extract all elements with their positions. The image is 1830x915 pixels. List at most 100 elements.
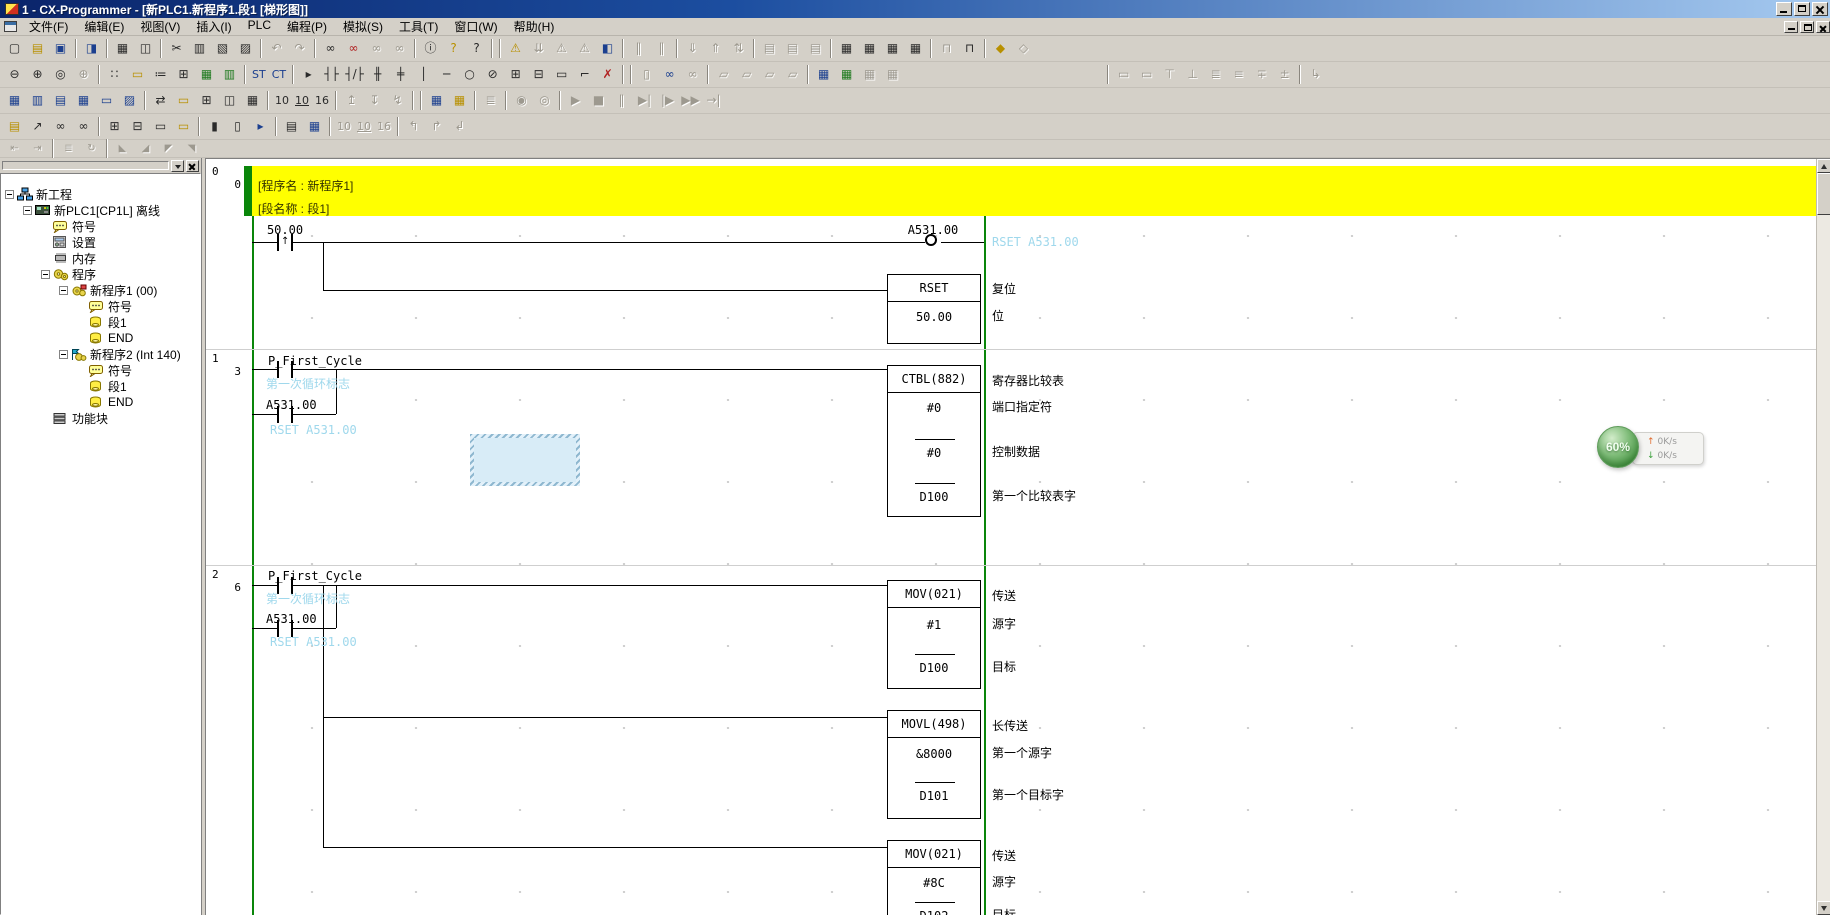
find-in-program-button[interactable]: ∞	[658, 64, 681, 85]
vertical-line-tool[interactable]: │	[412, 64, 435, 85]
bookmark-button[interactable]: ▮	[203, 116, 226, 137]
new-or-contact-tool[interactable]: ╫	[366, 64, 389, 85]
toggle-grid-button[interactable]: ∷	[103, 64, 126, 85]
tree-node-memory[interactable]: 内存	[1, 250, 200, 266]
zoom-in-button[interactable]: ⊕	[26, 64, 49, 85]
scroll-down-button[interactable]	[1817, 901, 1830, 915]
tree-node-program1-symbols[interactable]: 符号	[1, 298, 200, 314]
menu-view[interactable]: 视图(V)	[132, 17, 188, 36]
cross-reference-report-button[interactable]: ⇄	[149, 90, 172, 111]
compile-button[interactable]: ⚠	[504, 38, 527, 59]
instruction-box-ctbl[interactable]: CTBL(882) #0 #0 D100	[887, 365, 981, 517]
insert-rung-button[interactable]: ⊞	[103, 116, 126, 137]
insert-instruction-button[interactable]: ▭	[149, 116, 172, 137]
context-help-button[interactable]: ?	[465, 38, 488, 59]
tree-node-plc[interactable]: 新PLC1[CP1L] 离线	[1, 202, 200, 218]
rung-comment-button[interactable]: ▭	[126, 64, 149, 85]
output-window-button[interactable]: ▦	[241, 90, 264, 111]
options-button[interactable]: ◨	[80, 38, 103, 59]
new-instruction-tool[interactable]: ▭	[550, 64, 573, 85]
menu-edit[interactable]: 编辑(E)	[76, 17, 132, 36]
new-closed-or-contact-tool[interactable]: ╪	[389, 64, 412, 85]
menu-plc[interactable]: PLC	[240, 17, 279, 36]
address-reference-button[interactable]: ▭	[172, 90, 195, 111]
address-table-button[interactable]: ▦	[303, 116, 326, 137]
edit-instruction-button[interactable]: ▭	[172, 116, 195, 137]
tree-node-program1-end[interactable]: END	[1, 330, 200, 346]
menu-simulation[interactable]: 模拟(S)	[335, 17, 391, 36]
show-mnemonic-window-button[interactable]: ▥	[26, 90, 49, 111]
zoom-out-button[interactable]: ⊖	[3, 64, 26, 85]
symbol-table2-button[interactable]: ▤	[280, 116, 303, 137]
menu-help[interactable]: 帮助(H)	[506, 17, 563, 36]
hex-display-button[interactable]: 16	[312, 90, 332, 111]
new-set-coil-tool[interactable]: ⊞	[504, 64, 527, 85]
instruction-box-mov2[interactable]: MOV(021) #8C D102	[887, 840, 981, 915]
diff-report-button[interactable]: ◫	[218, 90, 241, 111]
workspace-drag-handle[interactable]	[2, 161, 169, 170]
show-output-window-button[interactable]: ▦	[835, 64, 858, 85]
instruction-box-rset[interactable]: RSET 50.00	[887, 274, 981, 344]
scrollbar-thumb[interactable]	[1817, 173, 1830, 215]
tree-node-programs[interactable]: 程序	[1, 266, 200, 282]
cut-button[interactable]: ✂	[165, 38, 188, 59]
scroll-up-button[interactable]	[1817, 159, 1830, 173]
collapse-icon[interactable]	[59, 286, 68, 295]
plc-settings-window-button[interactable]: ▦	[858, 38, 881, 59]
menu-window[interactable]: 窗口(W)	[446, 17, 505, 36]
child-close-button[interactable]	[1816, 21, 1830, 33]
work-online-simulator-button[interactable]: ▦	[425, 90, 448, 111]
delete-tool[interactable]: ✗	[596, 64, 619, 85]
collapse-icon[interactable]	[41, 270, 50, 279]
workspace-menu-button[interactable]	[171, 160, 184, 172]
child-restore-button[interactable]	[1800, 21, 1814, 33]
simulator-connect-button[interactable]: ▦	[448, 90, 471, 111]
horizontal-line-tool[interactable]: ─	[435, 64, 458, 85]
maximize-button[interactable]	[1794, 2, 1810, 16]
mnemonic-view-button[interactable]: ST	[249, 64, 269, 85]
paste-button[interactable]: ▧	[211, 38, 234, 59]
select-tool[interactable]: ▸	[297, 64, 320, 85]
show-rung-annotation-button[interactable]: ≔	[149, 64, 172, 85]
tree-node-program2-end[interactable]: END	[1, 394, 200, 410]
replace-button[interactable]: ∞	[342, 38, 365, 59]
memory-card-window-button[interactable]: ▦	[881, 38, 904, 59]
tree-node-new-project[interactable]: 新工程	[1, 186, 200, 202]
show-settings-button[interactable]: ▭	[95, 90, 118, 111]
find-symbol-button[interactable]: ∞	[49, 116, 72, 137]
new-closed-contact-tool[interactable]: ┤/├	[343, 64, 366, 85]
show-ladder-window-button[interactable]: ▦	[3, 90, 26, 111]
show-watch-window-button[interactable]: ▦	[812, 64, 835, 85]
zoom-fit-button[interactable]: ◎	[49, 64, 72, 85]
paste-special-button[interactable]: ▨	[234, 38, 257, 59]
new-closed-coil-tool[interactable]: ⊘	[481, 64, 504, 85]
minimize-button[interactable]	[1776, 2, 1792, 16]
monitor-in-ladder-button[interactable]: ⊞	[172, 64, 195, 85]
child-window-icon[interactable]	[4, 21, 17, 32]
tree-node-settings[interactable]: 设置	[1, 234, 200, 250]
delete-rung-button[interactable]: ⊟	[126, 116, 149, 137]
show-memory-button[interactable]: ▨	[118, 90, 141, 111]
decimal-display-button[interactable]: 10	[272, 90, 292, 111]
instruction-box-movl[interactable]: MOVL(498) &8000 D101	[887, 710, 981, 819]
menu-tools[interactable]: 工具(T)	[391, 17, 446, 36]
tree-node-symbols[interactable]: 符号	[1, 218, 200, 234]
ladder-ct-view-button[interactable]: CT	[269, 64, 289, 85]
lock-ui-button[interactable]: ◆	[989, 38, 1012, 59]
show-symbol-table-button[interactable]: ▤	[49, 90, 72, 111]
instruction-box-mov1[interactable]: MOV(021) #1 D100	[887, 580, 981, 689]
edit-comment-button[interactable]: ↗	[26, 116, 49, 137]
save-button[interactable]: ▣	[49, 38, 72, 59]
tree-node-program2[interactable]: 新程序2 (Int 140)	[1, 346, 200, 362]
tree-node-program1-section1[interactable]: 段1	[1, 314, 200, 330]
plc-clock-window-button[interactable]: ▦	[904, 38, 927, 59]
goto-bookmark-button[interactable]: ▸	[249, 116, 272, 137]
watch-window-button[interactable]: ⊞	[195, 90, 218, 111]
print-preview-button[interactable]: ◫	[134, 38, 157, 59]
show-io-comment-button[interactable]: ▥	[218, 64, 241, 85]
close-button[interactable]	[1812, 2, 1828, 16]
work-online-button[interactable]: ◧	[596, 38, 619, 59]
project-tree[interactable]: 新工程新PLC1[CP1L] 离线符号设置内存程序新程序1 (00)符号段1EN…	[0, 173, 201, 915]
collapse-icon[interactable]	[23, 206, 32, 215]
tree-node-program2-section1[interactable]: 段1	[1, 378, 200, 394]
